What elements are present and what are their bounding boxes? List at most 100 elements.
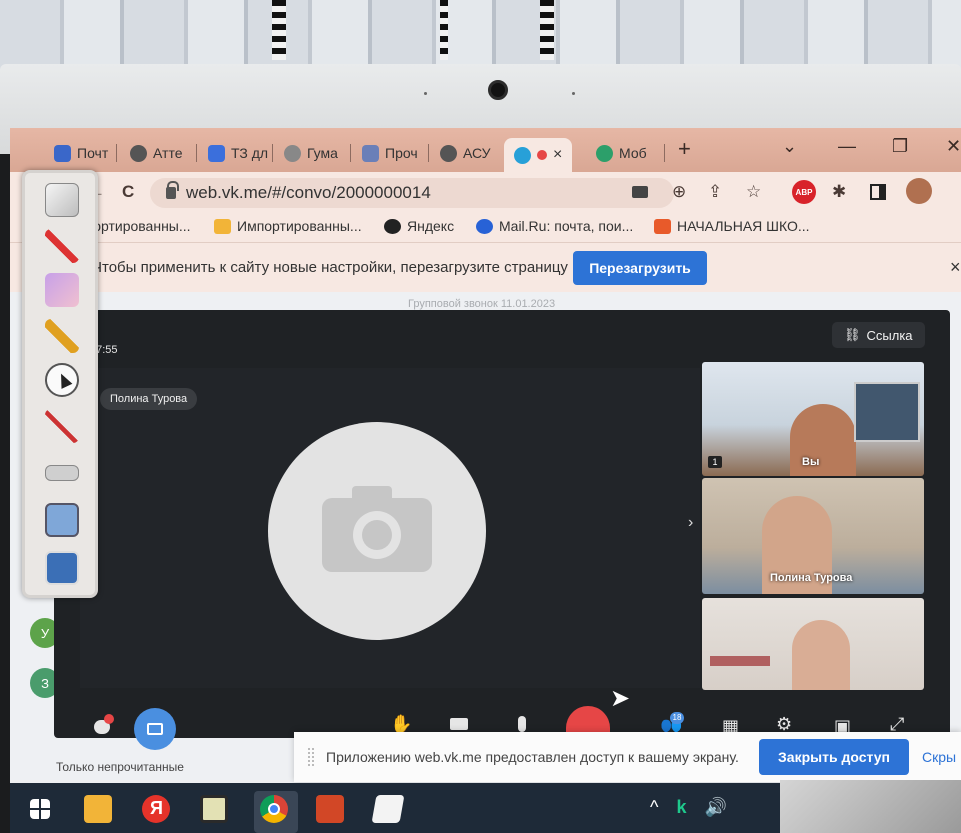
- tab-separator: [428, 144, 429, 162]
- star-icon[interactable]: ☆: [746, 182, 761, 202]
- tab-separator: [664, 144, 665, 162]
- whiteboard-icon[interactable]: [371, 795, 405, 823]
- bookmark-label: Яндекс: [407, 218, 455, 234]
- participant-label: Полина Турова: [770, 572, 853, 584]
- tab-docs[interactable]: ТЗ дл: [200, 138, 268, 168]
- eraser-icon[interactable]: [45, 273, 79, 307]
- annotation-toolbar: [22, 170, 98, 598]
- chevron-up-icon[interactable]: ^: [650, 797, 658, 818]
- adblock-icon[interactable]: ABP: [792, 180, 816, 204]
- reload-page-button[interactable]: Перезагрузить: [573, 251, 707, 285]
- restore-button[interactable]: ❐: [892, 136, 908, 157]
- tab-asu[interactable]: АСУ: [432, 138, 491, 168]
- folder-icon: [214, 218, 231, 234]
- tab-separator: [116, 144, 117, 162]
- keyboard-icon[interactable]: [45, 465, 79, 481]
- participants-count: 18: [670, 712, 684, 724]
- pen-icon[interactable]: [45, 229, 79, 263]
- link-label: Ссылка: [866, 327, 913, 343]
- powerpoint-icon[interactable]: [316, 795, 344, 823]
- whiteboard-icon[interactable]: [45, 503, 79, 537]
- tab-mobile[interactable]: Моб: [588, 138, 647, 168]
- tab-search-icon[interactable]: ⌄: [782, 136, 797, 157]
- tab-vk-call[interactable]: ×: [504, 138, 573, 172]
- reload-button[interactable]: C: [122, 182, 134, 202]
- blogger-icon: [654, 218, 671, 234]
- participant-tile[interactable]: Полина Турова: [702, 478, 924, 594]
- tab-separator: [350, 144, 351, 162]
- globe-icon: [130, 144, 147, 162]
- tab-label: Моб: [619, 145, 647, 161]
- file-explorer-icon[interactable]: [84, 795, 112, 823]
- address-bar[interactable]: web.vk.me/#/convo/2000000014: [150, 178, 674, 208]
- notification-badge: [104, 714, 114, 724]
- video-icon[interactable]: [450, 718, 468, 730]
- reload-infobar: Чтобы применить к сайту новые настройки,…: [10, 242, 961, 292]
- highlighter-icon[interactable]: [45, 319, 79, 353]
- participant-tile[interactable]: [702, 598, 924, 690]
- tab-attestation[interactable]: Атте: [122, 138, 182, 168]
- screen-share-button[interactable]: [134, 708, 176, 750]
- tab-close-icon[interactable]: ×: [553, 146, 562, 164]
- close-icon[interactable]: ×: [950, 257, 961, 278]
- unread-only-filter[interactable]: Только непрочитанные: [56, 760, 184, 774]
- screen-share-notice: Приложению web.vk.me предоставлен доступ…: [294, 732, 961, 782]
- share-notice-text: Приложению web.vk.me предоставлен доступ…: [326, 749, 739, 765]
- blind-cord: [272, 0, 286, 60]
- pen-mode-icon[interactable]: [45, 183, 79, 217]
- extensions-icon[interactable]: ✱: [832, 182, 846, 202]
- tab-label: ТЗ дл: [231, 145, 269, 161]
- share-icon[interactable]: ⇪: [708, 182, 722, 202]
- tab-humanities[interactable]: Гума: [276, 138, 338, 168]
- screenshot-icon[interactable]: [45, 551, 79, 585]
- webcam: [488, 80, 508, 100]
- browser-tab-bar: Почт Атте ТЗ дл Гума Проч АСУ × Моб + ⌄ …: [10, 128, 961, 172]
- chevron-right-icon[interactable]: ›: [688, 514, 693, 532]
- link-icon: ⛓: [844, 327, 861, 342]
- participant-badge: 1: [708, 456, 722, 468]
- tab-mail[interactable]: Почт: [46, 138, 108, 168]
- blind-cord: [540, 0, 554, 60]
- bookmark-folder[interactable]: Импортированны...: [214, 218, 362, 234]
- pointer-icon[interactable]: [45, 363, 79, 397]
- close-window-button[interactable]: ✕: [946, 136, 961, 157]
- zoom-icon[interactable]: ⊕: [672, 182, 686, 202]
- yandex-browser-icon[interactable]: Я: [142, 795, 170, 823]
- system-tray: ^ k 🔊: [650, 797, 727, 818]
- camera-off-placeholder: [268, 422, 486, 640]
- microphone-icon[interactable]: [518, 716, 526, 732]
- participant-tile-self[interactable]: 1 Вы: [702, 362, 924, 476]
- sidepanel-icon[interactable]: [870, 184, 886, 200]
- volume-icon[interactable]: 🔊: [704, 797, 726, 818]
- call-link-button[interactable]: ⛓ Ссылка: [832, 322, 925, 348]
- camera-icon[interactable]: [632, 186, 648, 198]
- laptop-screen: Почт Атте ТЗ дл Гума Проч АСУ × Моб + ⌄ …: [10, 128, 961, 833]
- url-text: web.vk.me/#/convo/2000000014: [186, 183, 431, 202]
- bookmark-label: Mail.Ru: почта, пои...: [499, 218, 634, 234]
- kaspersky-icon[interactable]: k: [676, 797, 686, 818]
- laser-icon[interactable]: [45, 409, 79, 443]
- minimize-button[interactable]: —: [838, 136, 856, 157]
- bookmark-label: НАЧАЛЬНАЯ ШКО...: [677, 218, 810, 234]
- stop-sharing-button[interactable]: Закрыть доступ: [759, 739, 909, 775]
- drag-handle-icon[interactable]: [308, 748, 314, 766]
- chrome-center: [268, 803, 280, 815]
- bookmark-yandex[interactable]: Яндекс: [384, 218, 454, 234]
- bookmark-mailru[interactable]: Mail.Ru: почта, пои...: [476, 218, 633, 234]
- media-app-icon[interactable]: [200, 795, 228, 823]
- bookmark-label: Импортированны...: [237, 218, 362, 234]
- tab-other[interactable]: Проч: [354, 138, 418, 168]
- yandex-icon: [384, 218, 401, 234]
- windows-start-icon[interactable]: [30, 799, 50, 819]
- hide-link[interactable]: Скры: [922, 749, 956, 765]
- yandex-letter: Я: [150, 798, 163, 818]
- chrome-icon[interactable]: [260, 795, 288, 823]
- blind-cord: [440, 0, 448, 60]
- profile-icon[interactable]: [906, 178, 932, 204]
- camera-icon: [322, 486, 432, 572]
- tab-label: Гума: [307, 145, 338, 161]
- globe-icon: [284, 144, 301, 162]
- owl-icon: [362, 144, 379, 162]
- new-tab-button[interactable]: +: [678, 136, 691, 162]
- bookmark-school[interactable]: НАЧАЛЬНАЯ ШКО...: [654, 218, 810, 234]
